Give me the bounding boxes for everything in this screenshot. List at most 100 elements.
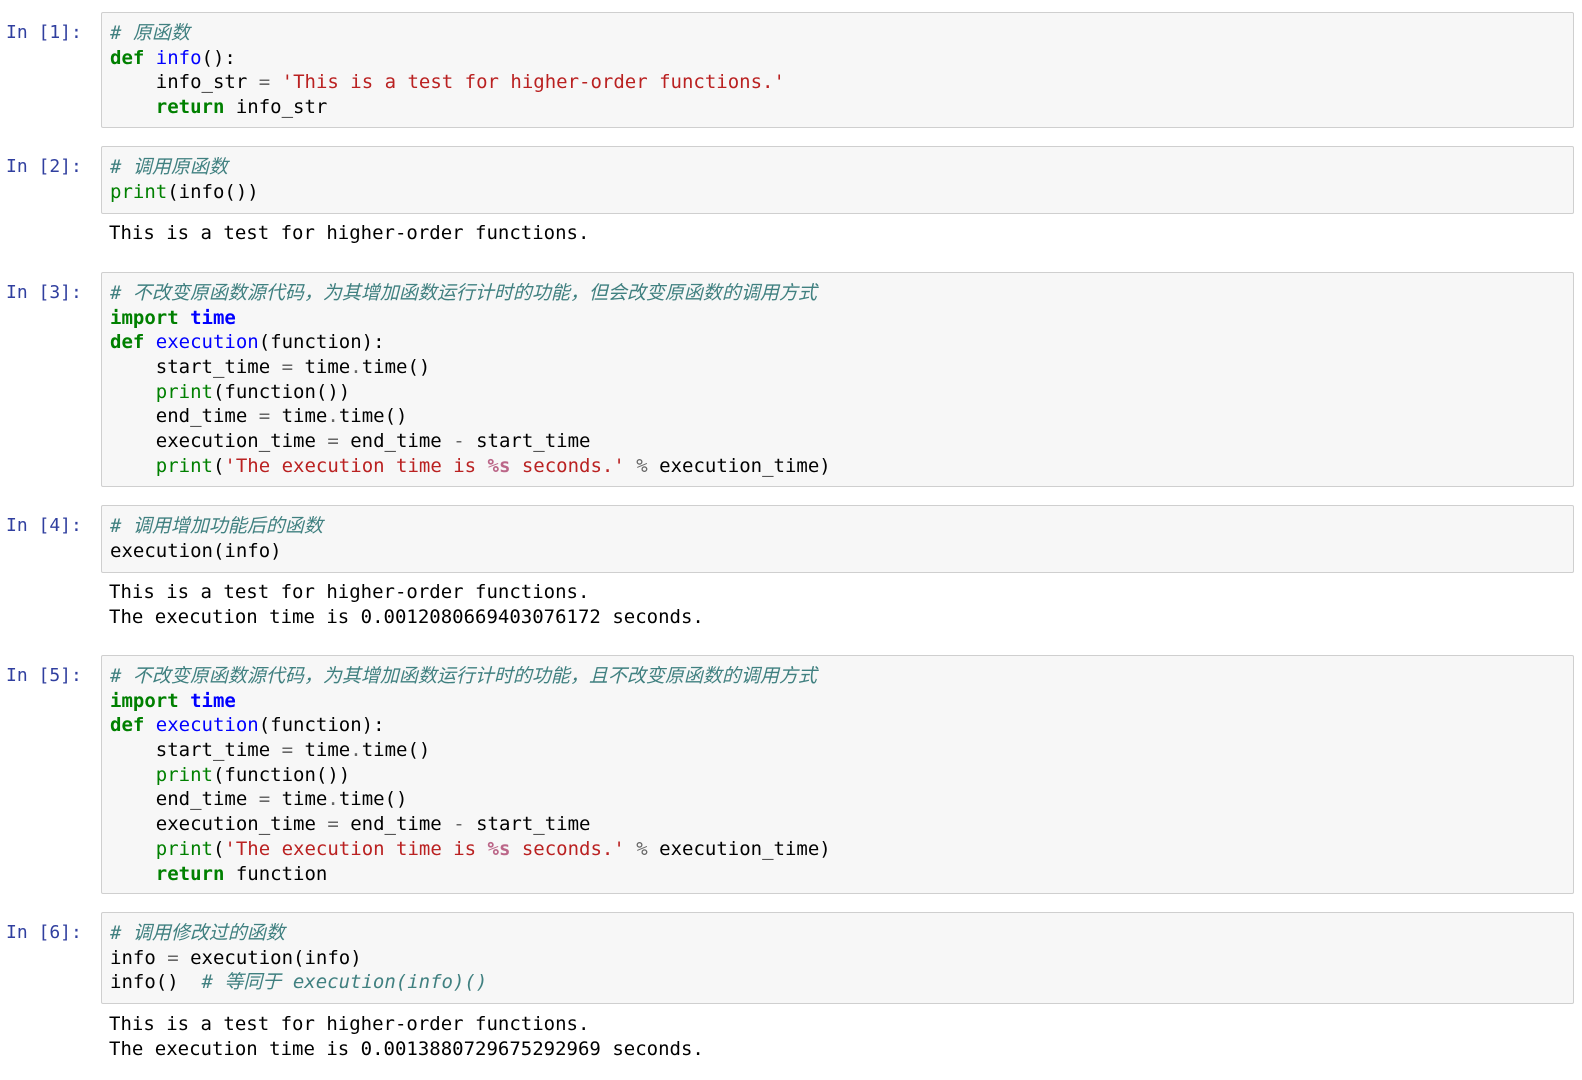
code-line: # 调用修改过的函数 xyxy=(110,921,487,946)
code-token: = xyxy=(167,946,179,969)
code-token: print xyxy=(155,763,213,786)
code-token: # 不改变原函数源代码，为其增加函数运行计时的功能，但会改变原函数的调用方式 xyxy=(110,282,817,304)
code-token: start_time xyxy=(464,430,591,453)
code-token: time xyxy=(293,356,351,379)
code-line: execution_time = end_time - start_time xyxy=(110,429,831,454)
code-line: start_time = time.time() xyxy=(110,355,831,380)
code-line: info = execution(info) xyxy=(110,946,487,971)
code-token: return xyxy=(155,862,225,885)
code-token: seconds.' xyxy=(510,454,625,477)
code-token: info() xyxy=(110,971,202,994)
input-prompt: In [6]: xyxy=(6,922,82,943)
code-token: info_str xyxy=(224,96,328,119)
code-input[interactable]: # 调用修改过的函数 info = execution(info) info() #… xyxy=(101,912,1574,1004)
code-line: # 不改变原函数源代码，为其增加函数运行计时的功能，但会改变原函数的调用方式 xyxy=(110,281,831,306)
code-token: 'This is a test for higher-order functio… xyxy=(281,71,785,94)
code-token: print xyxy=(110,180,168,203)
code-token: = xyxy=(258,788,271,811)
code-token: %s xyxy=(487,837,511,860)
code-token: = xyxy=(258,405,271,428)
code-token: (function): xyxy=(258,331,385,354)
code-line: end_time = time.time() xyxy=(110,404,831,429)
code-token: # 调用原函数 xyxy=(110,156,228,178)
code-token: = xyxy=(258,71,271,94)
code-token: . xyxy=(350,356,362,379)
code-token: time xyxy=(270,405,328,428)
code-token: (function()) xyxy=(212,380,351,403)
output-line: The execution time is 0.0013880729675292… xyxy=(109,1037,704,1060)
code-line: print(info()) xyxy=(110,180,259,205)
code-line: return function xyxy=(110,862,831,887)
code-token: time() xyxy=(361,739,431,762)
code-token: end_time xyxy=(338,430,454,453)
code-token: execution(info) xyxy=(110,539,282,562)
code-token: execution(info) xyxy=(178,946,362,969)
code-token: function xyxy=(224,862,328,885)
output-line: This is a test for higher-order function… xyxy=(109,581,590,603)
code-token: def xyxy=(110,714,145,737)
code-lines: # 调用增加功能后的函数 execution(info) xyxy=(110,514,323,563)
code-token: 'The execution time is xyxy=(224,454,488,477)
code-token: (function): xyxy=(258,714,385,737)
code-line: end_time = time.time() xyxy=(110,787,831,812)
code-line: def execution(function): xyxy=(110,713,831,738)
code-token: import xyxy=(110,689,179,712)
notebook: In [1]: # 原函数 def info(): info_str = 'This… xyxy=(0,0,1582,1080)
code-token: print xyxy=(155,380,213,403)
code-line: print('The execution time is %s seconds.… xyxy=(110,454,831,479)
code-lines: # 调用修改过的函数 info = execution(info) info() #… xyxy=(110,921,487,995)
cell-output: This is a test for higher-order function… xyxy=(109,221,589,246)
code-token: seconds.' xyxy=(510,837,625,860)
code-token: time xyxy=(293,739,351,762)
code-token: . xyxy=(327,405,339,428)
output-line: The execution time is 0.0012080669403076… xyxy=(109,605,704,628)
code-lines: # 原函数 def info(): info_str = 'This is a t… xyxy=(110,21,785,120)
code-token: % xyxy=(636,454,648,477)
code-token: execution xyxy=(155,714,259,737)
code-token: time() xyxy=(338,405,408,428)
code-line: info_str = 'This is a test for higher-or… xyxy=(110,70,785,95)
code-token: = xyxy=(281,356,294,379)
code-token: import xyxy=(110,306,179,329)
code-token: execution_time) xyxy=(647,454,831,477)
code-token: . xyxy=(327,788,339,811)
code-input[interactable]: # 不改变原函数源代码，为其增加函数运行计时的功能，但会改变原函数的调用方式 im… xyxy=(101,272,1574,487)
code-input[interactable]: # 调用增加功能后的函数 execution(info) xyxy=(101,505,1574,573)
code-token: (info()) xyxy=(167,180,259,203)
code-token: time() xyxy=(361,356,431,379)
code-lines: # 调用原函数 print(info()) xyxy=(110,155,259,204)
input-prompt: In [2]: xyxy=(6,156,82,177)
code-line: # 原函数 xyxy=(110,21,785,46)
output-line: This is a test for higher-order function… xyxy=(109,1013,590,1035)
code-input[interactable]: # 不改变原函数源代码，为其增加函数运行计时的功能，且不改变原函数的调用方式 im… xyxy=(101,655,1574,894)
cell-output: This is a test for higher-order function… xyxy=(109,580,704,629)
cell-output: This is a test for higher-order function… xyxy=(109,1012,704,1061)
code-token: def xyxy=(110,46,145,69)
code-input[interactable]: # 原函数 def info(): info_str = 'This is a t… xyxy=(101,12,1574,128)
code-token: # 不改变原函数源代码，为其增加函数运行计时的功能，且不改变原函数的调用方式 xyxy=(110,665,817,687)
code-token: info xyxy=(155,46,202,69)
code-line: # 不改变原函数源代码，为其增加函数运行计时的功能，且不改变原函数的调用方式 xyxy=(110,664,831,689)
code-token: . xyxy=(350,739,362,762)
code-line: execution(info) xyxy=(110,539,323,564)
code-token: print xyxy=(155,454,213,477)
code-token: # 调用修改过的函数 xyxy=(110,922,285,944)
code-token: start_time xyxy=(110,739,282,762)
code-token: time() xyxy=(338,788,408,811)
code-line: print('The execution time is %s seconds.… xyxy=(110,837,831,862)
code-line: print(function()) xyxy=(110,380,831,405)
code-line: info() # 等同于 execution(info)() xyxy=(110,970,487,995)
code-token: execution_time) xyxy=(647,837,831,860)
code-token: - xyxy=(453,430,465,453)
code-token: start_time xyxy=(110,356,282,379)
code-input[interactable]: # 调用原函数 print(info()) xyxy=(101,146,1574,214)
